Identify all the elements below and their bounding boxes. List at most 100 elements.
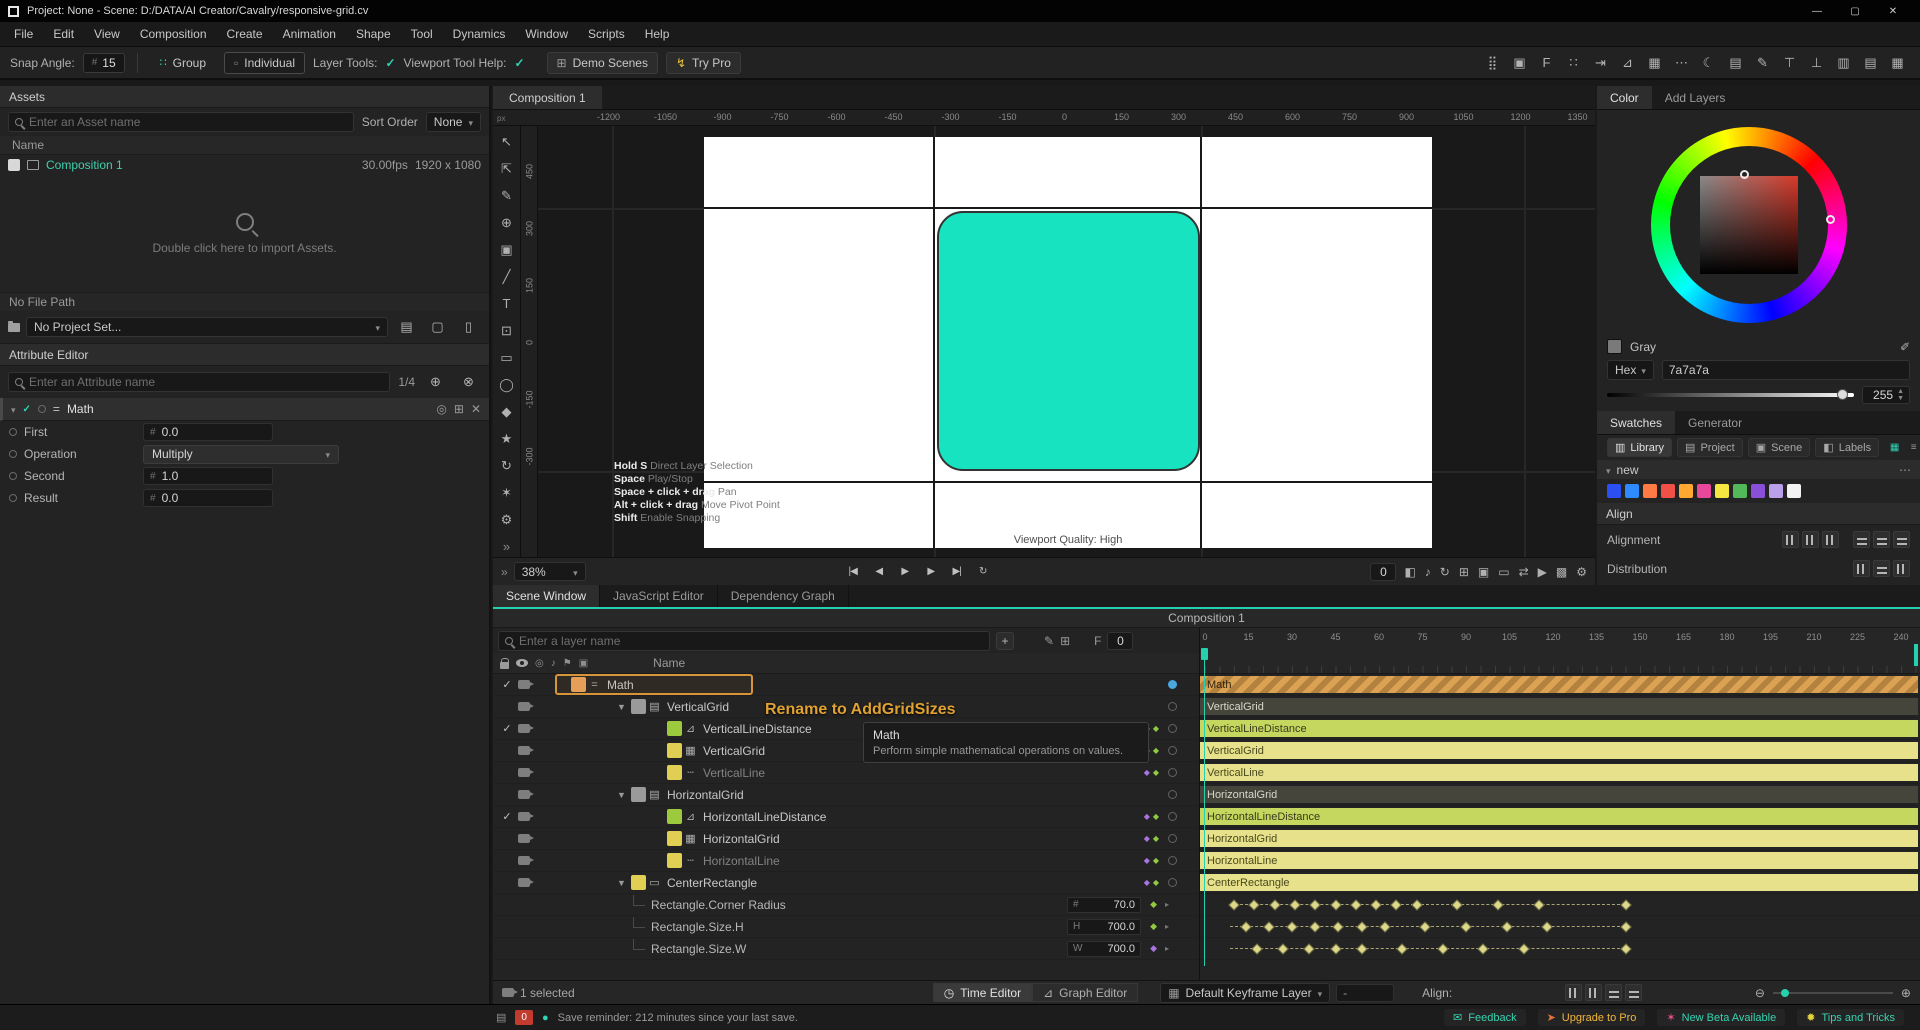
rectangle-tool[interactable]: ▭ (494, 344, 520, 371)
text-tool[interactable]: T (494, 290, 520, 317)
distribute-v-button[interactable] (1873, 560, 1890, 577)
console-icon[interactable]: ▤ (496, 1011, 506, 1024)
try-pro-button[interactable]: ↯Try Pro (666, 52, 741, 74)
error-count-badge[interactable]: 0 (515, 1010, 533, 1025)
demo-scenes-button[interactable]: ⊞Demo Scenes (547, 52, 658, 74)
align-bottom-icon[interactable]: ⊥ (1804, 51, 1829, 75)
node-socket-icon[interactable] (38, 405, 46, 413)
track-bar[interactable]: VerticalGrid (1200, 698, 1918, 715)
first-value-field[interactable]: #0.0 (143, 423, 273, 441)
ellipsis-icon[interactable]: ⋯ (1669, 51, 1694, 75)
brush-icon[interactable]: ✎ (1044, 634, 1054, 648)
next-keyframe-icon[interactable] (1165, 944, 1169, 953)
result-value-field[interactable]: #0.0 (143, 489, 273, 507)
menu-item[interactable]: Dynamics (443, 27, 516, 41)
play-button[interactable]: ▶ (894, 562, 916, 582)
asset-import-dropzone[interactable]: Double click here to import Assets. (0, 175, 489, 293)
keyframe-diamond[interactable] (1420, 921, 1431, 932)
settings-icon[interactable]: ⚙ (1576, 565, 1587, 579)
layer-color-swatch[interactable] (667, 721, 682, 736)
menu-item[interactable]: Tool (401, 27, 443, 41)
viewport-tab-composition-1[interactable]: Composition 1 (493, 86, 602, 109)
render-icon[interactable]: ▶ (1538, 565, 1547, 579)
render-visibility-icon[interactable] (515, 768, 533, 777)
align-keys-center-button[interactable] (1585, 984, 1602, 1001)
color-swatch[interactable] (1733, 484, 1747, 498)
keyframe-diamond[interactable] (1350, 899, 1361, 910)
display-icon[interactable]: ▭ (1498, 565, 1509, 579)
layer-row[interactable]: ▼ HorizontalGrid ◆◆ (493, 784, 1199, 806)
layer-color-swatch[interactable] (667, 765, 682, 780)
select-tool[interactable]: ↖ (494, 128, 520, 155)
layer-color-swatch[interactable] (667, 743, 682, 758)
keyframe-diamond[interactable] (1269, 899, 1280, 910)
pan-tool[interactable]: ⊕ (494, 209, 520, 236)
keyframe-diamond[interactable] (1330, 899, 1341, 910)
keyframe-diamond[interactable] (1263, 921, 1274, 932)
layer-track[interactable]: HorizontalLine (1200, 850, 1920, 872)
moon-icon[interactable]: ☾ (1696, 51, 1721, 75)
render-visibility-icon[interactable] (515, 702, 533, 711)
keyframe-diamond[interactable] (1620, 899, 1631, 910)
minimize-button[interactable] (1798, 0, 1836, 22)
library-tab[interactable]: ▤Project (1677, 438, 1743, 457)
align-left-button[interactable] (1782, 531, 1799, 548)
align-middle-button[interactable] (1873, 531, 1890, 548)
keyframe-diamond[interactable] (1278, 943, 1289, 954)
track-bar[interactable]: HorizontalLineDistance (1200, 808, 1918, 825)
keyframe-diamond[interactable] (1310, 899, 1321, 910)
color-swatch[interactable] (1751, 484, 1765, 498)
frame-badge-icon[interactable]: F (1534, 51, 1559, 75)
sort-order-select[interactable]: None (426, 112, 481, 132)
keyframe-diamond[interactable] (1501, 921, 1512, 932)
viewport-stage[interactable]: Viewport Quality: High Hold S Direct Lay… (538, 126, 1595, 557)
node-dot-icon[interactable] (1168, 790, 1177, 799)
saturation-square[interactable] (1700, 176, 1798, 274)
audio-icon[interactable]: ♪ (1425, 565, 1431, 579)
layer-track[interactable]: HorizontalGrid (1200, 828, 1920, 850)
chevron-down-icon[interactable] (11, 402, 16, 416)
layer-color-swatch[interactable] (667, 853, 682, 868)
keyframe-track[interactable] (1200, 894, 1920, 916)
layer-color-swatch[interactable] (667, 831, 682, 846)
keyframe-filter-field[interactable]: - (1336, 984, 1394, 1002)
zoom-in-icon[interactable]: ⊕ (1901, 986, 1911, 1000)
ellipse-tool[interactable]: ◯ (494, 371, 520, 398)
track-bar[interactable]: Math (1200, 676, 1918, 693)
keyframe-diamond[interactable] (1411, 899, 1422, 910)
add-layer-button[interactable]: + (996, 632, 1014, 650)
layer-track[interactable]: VerticalGrid (1200, 696, 1920, 718)
settings-tool[interactable]: ⚙ (494, 506, 520, 533)
jump-end-button[interactable]: ▶| (946, 562, 968, 582)
node-dot-icon[interactable] (1168, 724, 1177, 733)
swatches-tab[interactable]: Generator (1675, 411, 1755, 434)
layer-color-swatch[interactable] (667, 809, 682, 824)
open-folder-icon[interactable]: ▤ (394, 315, 419, 339)
more-tools-button[interactable]: » (494, 533, 520, 557)
frame-counter-field[interactable]: 0 (1370, 563, 1396, 581)
enabled-check-icon[interactable]: ✓ (23, 404, 31, 415)
color-swatch[interactable] (1769, 484, 1783, 498)
grid-view-icon[interactable]: ▦ (1887, 440, 1902, 455)
layer-tools-check-icon[interactable]: ✓ (385, 56, 395, 70)
layer-color-swatch[interactable] (631, 699, 646, 714)
snap-grid-icon[interactable]: ⊞ (1459, 565, 1469, 579)
socket-icon[interactable] (9, 450, 17, 458)
direct-select-tool[interactable]: ⇱ (494, 155, 520, 182)
node-dot-icon[interactable] (1168, 878, 1177, 887)
timeline-tab[interactable]: Scene Window (493, 585, 600, 607)
align-center-h-button[interactable] (1802, 531, 1819, 548)
track-bar[interactable]: HorizontalGrid (1200, 830, 1918, 847)
library-tab[interactable]: ▣Scene (1748, 438, 1811, 457)
keyframe-diamond[interactable] (1542, 921, 1553, 932)
cells-icon[interactable]: ▦ (1885, 51, 1910, 75)
snap-angle-field[interactable]: #15 (83, 53, 125, 73)
maximize-button[interactable] (1836, 0, 1874, 22)
render-visibility-icon[interactable] (515, 790, 533, 799)
keyframe-diamond[interactable] (1478, 943, 1489, 954)
expand-panel-button[interactable]: » (501, 565, 508, 579)
layer-row[interactable]: ▼ HorizontalLine ◆◆ (493, 850, 1199, 872)
image-icon[interactable]: ▣ (1478, 565, 1489, 579)
render-visibility-icon[interactable] (515, 878, 533, 887)
editor-tab[interactable]: ◷Time Editor (933, 983, 1032, 1002)
